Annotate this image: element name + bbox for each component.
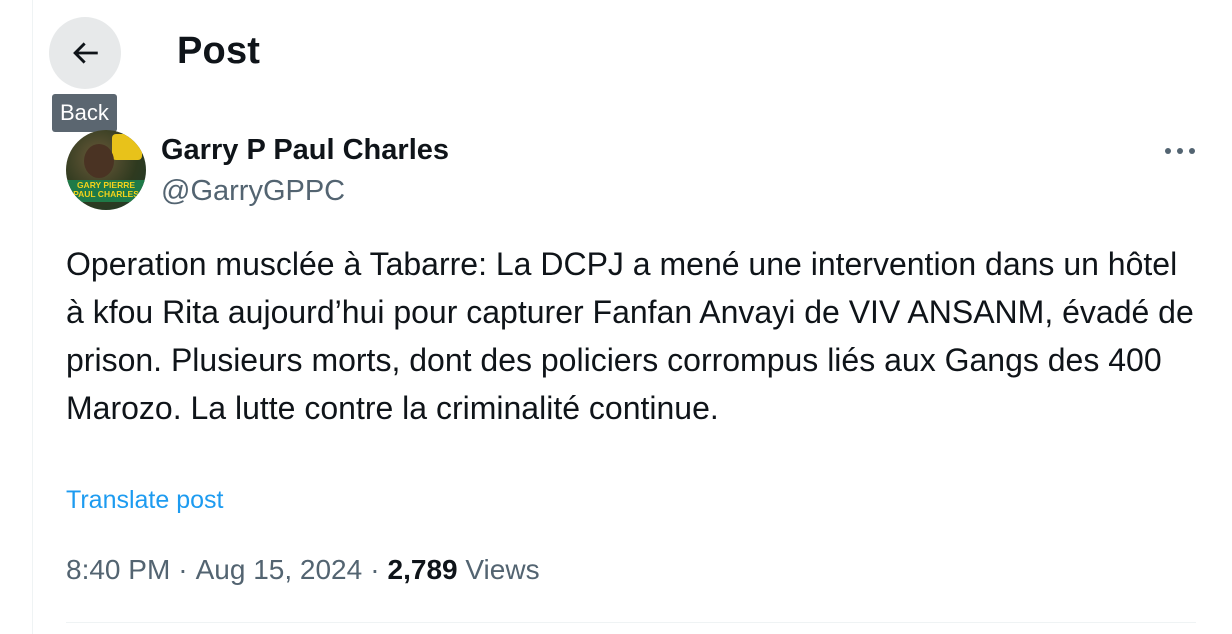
avatar-caption: GARY PIERRE PAUL CHARLES bbox=[73, 180, 139, 199]
post-time[interactable]: 8:40 PM bbox=[66, 554, 170, 585]
author-handle[interactable]: @GarryGPPC bbox=[161, 175, 345, 208]
post-date[interactable]: Aug 15, 2024 bbox=[196, 554, 363, 585]
translate-post-link[interactable]: Translate post bbox=[66, 486, 223, 515]
more-options-button[interactable] bbox=[1160, 136, 1200, 166]
back-tooltip: Back bbox=[52, 94, 117, 132]
avatar[interactable]: GARY PIERRE PAUL CHARLES bbox=[66, 130, 146, 210]
arrow-left-icon bbox=[73, 42, 98, 64]
author-display-name[interactable]: Garry P Paul Charles bbox=[161, 134, 449, 167]
page-title: Post bbox=[177, 30, 261, 72]
back-button[interactable] bbox=[49, 17, 121, 89]
post-text: Operation musclée à Tabarre: La DCPJ a m… bbox=[66, 246, 1203, 426]
more-horizontal-icon bbox=[1165, 148, 1195, 154]
avatar-logo bbox=[112, 134, 142, 160]
post-meta: 8:40 PM · Aug 15, 2024 · 2,789 Views bbox=[66, 554, 540, 586]
divider bbox=[66, 622, 1196, 623]
avatar-face bbox=[84, 144, 114, 178]
views-label: Views bbox=[465, 554, 540, 585]
meta-separator: · bbox=[370, 554, 380, 585]
views-count: 2,789 bbox=[387, 554, 458, 585]
meta-separator: · bbox=[178, 554, 188, 585]
